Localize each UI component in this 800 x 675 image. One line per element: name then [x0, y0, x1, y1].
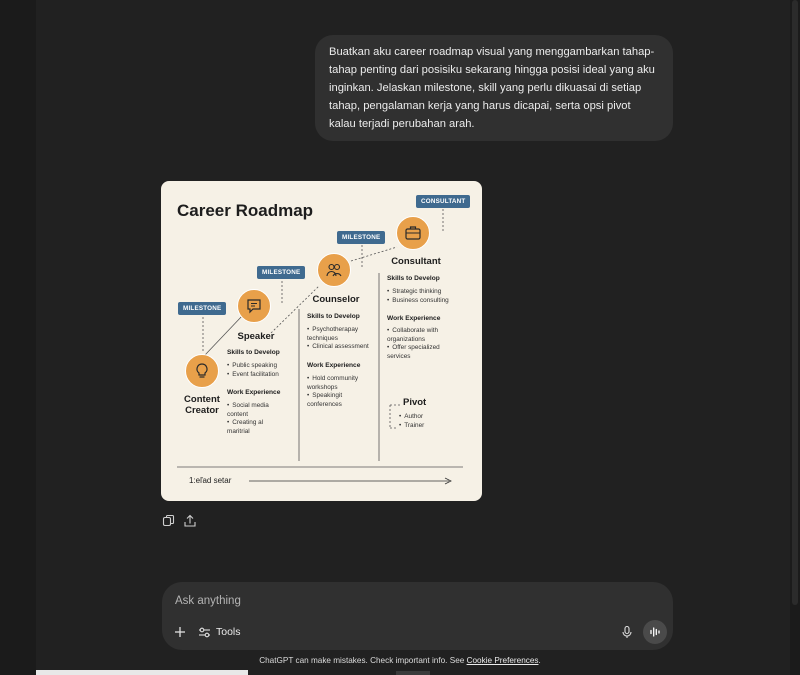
list-item: Author — [399, 413, 449, 422]
copy-button[interactable] — [162, 514, 176, 528]
list-item: Social media content — [227, 402, 285, 419]
scrollbar-track[interactable] — [790, 0, 800, 675]
list-item: Creating al maritrial — [227, 419, 285, 436]
consultant-node — [396, 216, 430, 250]
pivot-list: Author Trainer — [399, 413, 449, 430]
milestone-badge-1: MILESTONE — [178, 302, 227, 315]
consultant-badge: CONSULTANT — [416, 195, 471, 208]
mic-icon — [622, 625, 632, 638]
prompt-input[interactable]: Ask anything — [175, 595, 241, 607]
counselor-skills-heading: Skills to Develop — [387, 275, 440, 282]
add-attachment-button[interactable] — [173, 625, 187, 639]
list-item: Collaborate with organizations — [387, 327, 459, 344]
cc-skills-list: Public speaking Event facilitation — [227, 362, 297, 379]
list-item: Business consulting — [387, 297, 467, 306]
cc-work-heading: Work Experience — [227, 389, 281, 396]
content-creator-title: Content Creator — [184, 394, 220, 416]
counselor-work-heading: Work Experience — [387, 315, 441, 322]
pivot-title: Pivot — [403, 397, 427, 408]
roadmap-image[interactable]: Career Roadmap MILESTONE MILESTONE MILES… — [161, 181, 482, 501]
speaker-work-list: Hold community workshops Speakingit conf… — [307, 375, 373, 409]
speaker-skills-list: Psychotherapay techniques Clinical asses… — [307, 326, 377, 352]
voice-mode-button[interactable] — [643, 620, 667, 644]
cc-skills-heading: Skills to Develop — [227, 349, 280, 356]
bottom-taskbar-preview — [36, 670, 248, 675]
milestone-badge-3: MILESTONE — [337, 231, 386, 244]
tools-button[interactable]: Tools — [198, 624, 241, 640]
user-message-bubble: Buatkan aku career roadmap visual yang m… — [315, 35, 673, 141]
disclaimer-period: . — [538, 656, 541, 665]
speech-bubble-icon — [247, 299, 261, 314]
list-item: Hold community workshops — [307, 375, 373, 392]
speaker-node — [237, 289, 271, 323]
list-item: Trainer — [399, 422, 449, 431]
list-item: Speakingit conferences — [307, 392, 373, 409]
list-item: Public speaking — [227, 362, 297, 371]
list-item: Psychotherapay techniques — [307, 326, 377, 343]
dictate-button[interactable] — [620, 625, 634, 639]
scrollbar-thumb[interactable] — [792, 0, 798, 605]
lightbulb-icon — [196, 363, 208, 378]
timeline-label: 1:eľad setar — [189, 476, 232, 485]
list-item: Offer specialized services — [387, 344, 459, 361]
consultant-title: Consultant — [391, 256, 441, 267]
footer-disclaimer: ChatGPT can make mistakes. Check importa… — [0, 656, 800, 665]
roadmap-title: Career Roadmap — [177, 201, 314, 220]
disclaimer-text: ChatGPT can make mistakes. Check importa… — [259, 656, 467, 665]
share-button[interactable] — [183, 514, 197, 528]
bottom-taskbar-item — [396, 671, 430, 675]
content-creator-node — [185, 354, 219, 388]
list-item: Strategic thinking — [387, 288, 467, 297]
tools-label: Tools — [216, 626, 241, 638]
cookie-preferences-link[interactable]: Cookie Preferences — [467, 656, 539, 665]
composer: Ask anything Tools — [162, 582, 673, 650]
counselor-title: Counselor — [312, 294, 360, 305]
share-icon — [184, 514, 196, 527]
counselor-work-list: Collaborate with organizations Offer spe… — [387, 327, 459, 361]
cc-work-list: Social media content Creating al maritri… — [227, 402, 285, 436]
list-item: Clinical assessment — [307, 343, 377, 352]
counselor-node — [317, 253, 351, 287]
milestone-badge-2: MILESTONE — [257, 266, 306, 279]
speaker-title: Speaker — [237, 331, 275, 342]
voice-waveform-icon — [650, 627, 660, 637]
list-item: Event facilitation — [227, 371, 297, 380]
copy-icon — [162, 514, 175, 527]
briefcase-icon — [405, 226, 421, 240]
counselor-skills-list: Strategic thinking Business consulting — [387, 288, 467, 305]
speaker-skills-heading: Skills to Develop — [307, 313, 360, 320]
speaker-work-heading: Work Experience — [307, 362, 361, 369]
left-sidebar-strip — [0, 0, 36, 675]
sliders-icon — [199, 627, 210, 637]
people-icon — [326, 263, 342, 277]
plus-icon — [175, 627, 185, 637]
